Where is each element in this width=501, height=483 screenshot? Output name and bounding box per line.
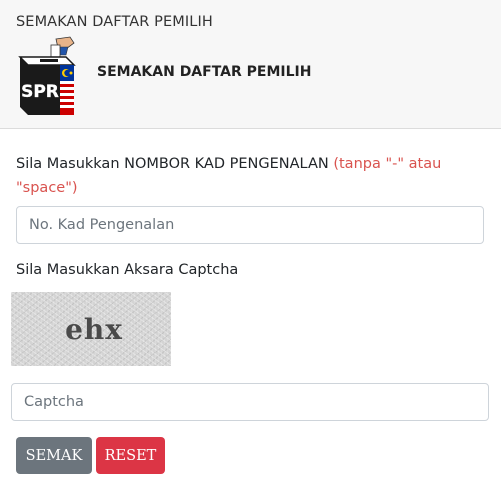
header-title: SEMAKAN DAFTAR PEMILIH [16,14,213,30]
captcha-image: ehx [11,292,171,366]
captcha-text: ehx [65,312,123,346]
semak-button[interactable]: SEMAK [16,437,92,474]
page-header: SEMAKAN DAFTAR PEMILIH SPR SEMAKAN DAFTA… [0,0,501,129]
captcha-input[interactable] [11,383,489,421]
ic-number-input[interactable] [16,206,484,244]
ic-number-label: Sila Masukkan NOMBOR KAD PENGENALAN (tan… [16,152,486,200]
reset-button[interactable]: RESET [96,437,165,474]
captcha-label: Sila Masukkan Aksara Captcha [16,262,239,278]
page-heading: SEMAKAN DAFTAR PEMILIH [97,64,312,80]
ic-label-text: Sila Masukkan NOMBOR KAD PENGENALAN [16,156,329,172]
spr-logo: SPR [18,36,76,115]
spr-logo-lettering: SPR [21,82,59,102]
